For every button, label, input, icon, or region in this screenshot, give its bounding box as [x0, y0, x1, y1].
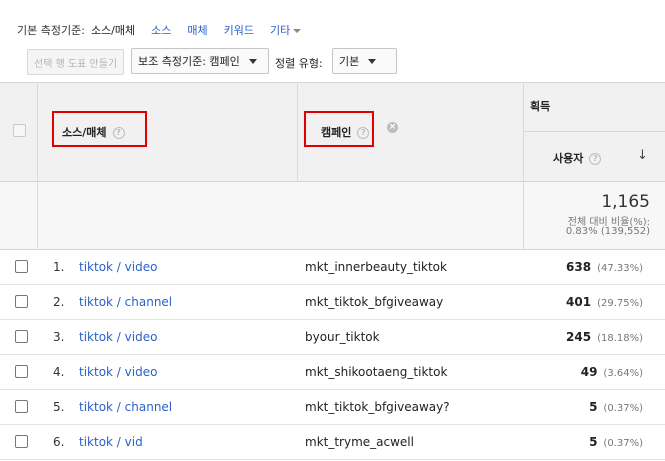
table-row: 3. tiktok / video byour_tiktok 245 (18.18… — [0, 320, 665, 355]
source-medium-link[interactable]: tiktok / vid — [79, 435, 143, 449]
dimension-link-keyword[interactable]: 키워드 — [224, 22, 254, 38]
table-row: 1. tiktok / video mkt_innerbeauty_tiktok… — [0, 250, 665, 285]
remove-dimension-icon[interactable]: × — [387, 122, 398, 133]
dimension-link-other-label: 기타 — [270, 24, 291, 37]
users-percent: (47.33%) — [597, 263, 643, 274]
users-value: 5 — [589, 400, 598, 414]
users-percent: (3.64%) — [603, 368, 643, 379]
users-cell: 49 (3.64%) — [581, 365, 643, 379]
campaign-value: byour_tiktok — [305, 330, 380, 344]
create-pivot-button[interactable]: 선택 행 도표 만들기 — [27, 49, 124, 75]
users-percent: (29.75%) — [597, 298, 643, 309]
campaign-value: mkt_innerbeauty_tiktok — [305, 260, 447, 274]
row-checkbox[interactable] — [15, 295, 28, 308]
users-value: 5 — [589, 435, 598, 449]
users-cell: 401 (29.75%) — [566, 295, 643, 309]
users-percent: (0.37%) — [603, 438, 643, 449]
sort-type-value: 기본 — [339, 55, 360, 68]
primary-dimension-bar: 기본 측정기준: 소스/매체 소스 매체 키워드 기타 — [17, 22, 317, 38]
row-checkbox[interactable] — [15, 435, 28, 448]
users-value: 638 — [566, 260, 592, 274]
row-checkbox[interactable] — [15, 260, 28, 273]
users-cell: 5 (0.37%) — [589, 400, 643, 414]
dimension-link-medium[interactable]: 매체 — [187, 22, 207, 38]
dropdown-caret-icon — [293, 29, 302, 33]
select-all-checkbox[interactable] — [13, 124, 26, 137]
campaign-value: mkt_tiktok_bfgiveaway? — [305, 400, 450, 414]
table-row: 5. tiktok / channel mkt_tiktok_bfgiveawa… — [0, 390, 665, 425]
source-medium-link[interactable]: tiktok / video — [79, 260, 157, 274]
dimension-link-source[interactable]: 소스 — [151, 22, 171, 38]
users-value: 245 — [566, 330, 592, 344]
dimension-source-medium-active: 소스/매체 — [90, 24, 136, 37]
table-row: 4. tiktok / video mkt_shikootaeng_tiktok… — [0, 355, 665, 390]
group-header-acquisition: 획득 — [530, 100, 551, 113]
table-row: 2. tiktok / channel mkt_tiktok_bfgiveawa… — [0, 285, 665, 320]
row-number: 3. — [53, 330, 65, 344]
secondary-dimension-dropdown[interactable]: 보조 측정기준: 캠페인 — [131, 48, 269, 74]
users-value: 401 — [566, 295, 592, 309]
column-users[interactable]: 사용자? — [553, 150, 602, 166]
row-checkbox[interactable] — [15, 330, 28, 343]
users-cell: 245 (18.18%) — [566, 330, 643, 344]
row-checkbox[interactable] — [15, 400, 28, 413]
row-number: 1. — [53, 260, 65, 274]
source-medium-link[interactable]: tiktok / channel — [79, 295, 172, 309]
users-percent: (0.37%) — [603, 403, 643, 414]
highlight-box-source-medium — [52, 111, 147, 147]
highlight-box-campaign — [304, 111, 374, 147]
users-cell: 5 (0.37%) — [589, 435, 643, 449]
source-medium-link[interactable]: tiktok / video — [79, 365, 157, 379]
row-number: 2. — [53, 295, 65, 309]
users-cell: 638 (47.33%) — [566, 260, 643, 274]
primary-dimension-label: 기본 측정기준: — [17, 24, 85, 37]
campaign-value: mkt_shikootaeng_tiktok — [305, 365, 448, 379]
row-number: 4. — [53, 365, 65, 379]
campaign-value: mkt_tryme_acwell — [305, 435, 414, 449]
users-value: 49 — [580, 365, 598, 379]
row-checkbox[interactable] — [15, 365, 28, 378]
table-row: 6. tiktok / vid mkt_tryme_acwell 5 (0.37%… — [0, 425, 665, 460]
help-icon[interactable]: ? — [589, 153, 602, 165]
sort-type-dropdown[interactable]: 기본 — [332, 48, 397, 74]
totals-row: 1,165 전체 대비 비율(%): 0.83% (139,552) — [0, 182, 665, 250]
source-medium-link[interactable]: tiktok / channel — [79, 400, 172, 414]
users-percent: (18.18%) — [597, 333, 643, 344]
dimension-link-other[interactable]: 기타 — [270, 22, 302, 38]
chevron-down-icon — [248, 58, 257, 64]
secondary-dimension-label: 보조 측정기준: 캠페인 — [138, 55, 240, 68]
source-medium-link[interactable]: tiktok / video — [79, 330, 157, 344]
sort-type-label: 정렬 유형: — [275, 57, 323, 70]
row-number: 6. — [53, 435, 65, 449]
total-percent-value: 0.83% (139,552) — [565, 226, 650, 237]
chevron-down-icon — [368, 58, 377, 64]
campaign-value: mkt_tiktok_bfgiveaway — [305, 295, 444, 309]
column-users-label: 사용자 — [553, 152, 584, 165]
sort-down-arrow-icon[interactable]: ↓ — [637, 148, 648, 163]
total-users-value: 1,165 — [601, 192, 650, 212]
row-number: 5. — [53, 400, 65, 414]
